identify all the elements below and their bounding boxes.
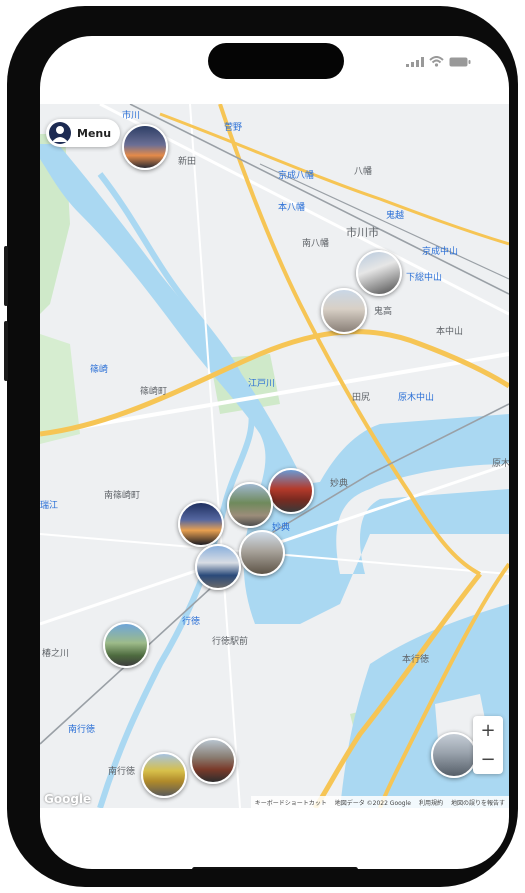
map-base (40, 104, 509, 808)
menu-label: Menu (77, 126, 112, 140)
map-label: 鬼高 (374, 307, 393, 317)
photo-pin[interactable] (122, 124, 168, 170)
map-label: 八幡 (354, 167, 373, 177)
map-label: 妙典 (272, 523, 291, 533)
map-label: 瑞江 (40, 501, 59, 511)
photo-pin[interactable] (431, 732, 477, 778)
photo-pin[interactable] (356, 250, 402, 296)
photo-pin[interactable] (103, 622, 149, 668)
map-label: 南八幡 (302, 239, 330, 249)
dynamic-island (208, 43, 344, 79)
map-label: 行徳 (182, 617, 201, 627)
map-label: 市川市 (346, 226, 379, 239)
photo-pin[interactable] (141, 752, 187, 798)
zoom-controls: + − (473, 716, 503, 774)
zoom-out-button[interactable]: − (473, 745, 503, 774)
report-error-link[interactable]: 地図の誤りを報告す (451, 798, 505, 807)
map-label: 原木 (492, 459, 509, 469)
status-bar (406, 52, 471, 71)
map-label: 京成中山 (422, 247, 459, 257)
photo-pin[interactable] (190, 738, 236, 784)
map-label: 行徳駅前 (212, 637, 249, 647)
map-label: 本中山 (436, 327, 464, 337)
map-label: 京成八幡 (278, 171, 315, 181)
map-data-text: 地図データ ©2022 Google (334, 799, 411, 807)
map-attribution: キーボードショートカット 地図データ ©2022 Google 利用規約 地図の… (250, 796, 509, 808)
map-label: 下総中山 (406, 273, 443, 283)
map-label: 本八幡 (278, 203, 306, 213)
battery-icon (449, 52, 471, 71)
photo-pin[interactable] (195, 544, 241, 590)
phone-frame: 市川 菅野 新田 八幡 京成八幡 本八幡 鬼越 市川市 南八幡 京成中山 下総中… (4, 6, 518, 887)
map-label: 菅野 (224, 123, 243, 133)
phone-side-button (4, 246, 8, 306)
phone-screen: 市川 菅野 新田 八幡 京成八幡 本八幡 鬼越 市川市 南八幡 京成中山 下総中… (40, 36, 509, 869)
map-label: 本行徳 (402, 655, 430, 665)
signal-icon (406, 52, 424, 71)
keyboard-shortcuts-link[interactable]: キーボードショートカット (255, 798, 327, 807)
google-logo: Google (44, 792, 92, 806)
wifi-icon (429, 52, 444, 71)
photo-pin[interactable] (178, 501, 224, 547)
menu-button[interactable]: Menu (46, 119, 120, 147)
map-label: 南篠崎町 (104, 491, 141, 501)
map-label: 南行徳 (68, 725, 96, 735)
map-label: 市川 (122, 111, 141, 121)
map-label: 篠崎町 (140, 387, 168, 397)
map-label: 原木中山 (398, 393, 435, 403)
photo-pin[interactable] (239, 530, 285, 576)
map-label: 妙典 (330, 479, 349, 489)
map-label: 新田 (178, 157, 197, 167)
photo-pin[interactable] (268, 468, 314, 514)
photo-pin[interactable] (227, 482, 273, 528)
home-indicator (192, 867, 358, 869)
map-label: 江戸川 (248, 379, 276, 389)
map-label: 椿之川 (42, 649, 70, 659)
phone-side-button (4, 321, 8, 381)
user-avatar-icon (49, 122, 71, 144)
map-label: 篠崎 (90, 365, 109, 375)
terms-link[interactable]: 利用規約 (419, 798, 443, 807)
map-label: 田尻 (352, 393, 371, 403)
zoom-in-button[interactable]: + (473, 716, 503, 745)
map-label: 南行徳 (108, 767, 136, 777)
map-view[interactable]: 市川 菅野 新田 八幡 京成八幡 本八幡 鬼越 市川市 南八幡 京成中山 下総中… (40, 104, 509, 808)
map-label: 鬼越 (386, 211, 405, 221)
photo-pin[interactable] (321, 288, 367, 334)
